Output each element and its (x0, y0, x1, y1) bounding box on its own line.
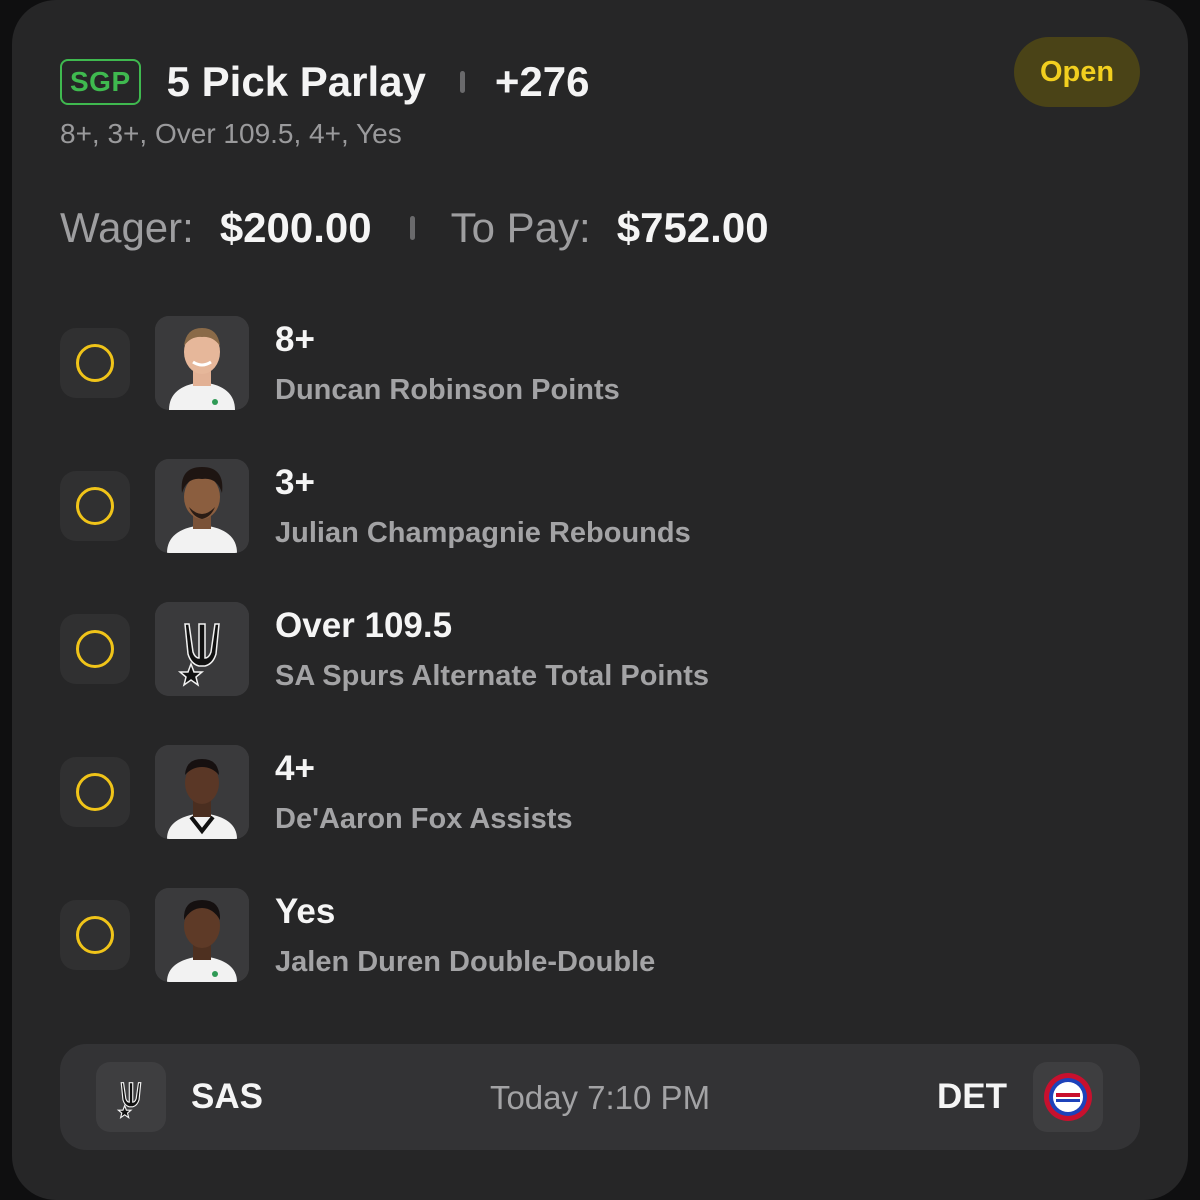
pick-description: Jalen Duren Double-Double (275, 946, 656, 978)
pick-description: SA Spurs Alternate Total Points (275, 660, 709, 692)
pistons-logo-icon (1033, 1062, 1103, 1132)
pick-line: 3+ (275, 463, 315, 502)
open-circle-icon (76, 487, 114, 525)
pick-item[interactable]: 4+ De'Aaron Fox Assists (60, 745, 1140, 841)
divider (409, 216, 415, 240)
pick-item[interactable]: Yes Jalen Duren Double-Double (60, 888, 1140, 984)
wager-value: $200.00 (219, 204, 372, 251)
pick-line: 8+ (275, 320, 315, 359)
divider (459, 71, 465, 93)
home-team: DET (937, 1077, 1007, 1116)
pick-status-indicator (60, 471, 130, 541)
spurs-logo-icon (155, 602, 249, 696)
sgp-badge: SGP (60, 59, 141, 105)
pick-description: De'Aaron Fox Assists (275, 803, 573, 835)
pick-item[interactable]: 8+ Duncan Robinson Points (60, 316, 1140, 412)
wager-row: Wager: $200.00 To Pay: $752.00 (60, 204, 769, 252)
bet-title: 5 Pick Parlay (166, 58, 426, 105)
pick-status-indicator (60, 757, 130, 827)
bet-card[interactable]: SGP 5 Pick Parlay +276 8+, 3+, Over 109.… (12, 0, 1188, 1200)
open-circle-icon (76, 344, 114, 382)
pick-item[interactable]: 3+ Julian Champagnie Rebounds (60, 459, 1140, 555)
open-circle-icon (76, 630, 114, 668)
pick-description: Duncan Robinson Points (275, 374, 620, 406)
to-pay-label: To Pay: (450, 204, 591, 251)
pick-line: Yes (275, 892, 336, 931)
pick-status-indicator (60, 900, 130, 970)
pick-line: Over 109.5 (275, 606, 453, 645)
player-headshot-icon (155, 888, 249, 982)
pick-status-indicator (60, 614, 130, 684)
open-circle-icon (76, 773, 114, 811)
pick-description: Julian Champagnie Rebounds (275, 517, 691, 549)
pick-item[interactable]: Over 109.5 SA Spurs Alternate Total Poin… (60, 602, 1140, 698)
bet-odds: +276 (494, 58, 590, 105)
player-headshot-icon (155, 316, 249, 410)
bet-subtitle: 8+, 3+, Over 109.5, 4+, Yes (60, 118, 402, 149)
bet-header: SGP 5 Pick Parlay +276 (60, 58, 589, 106)
player-headshot-icon (155, 745, 249, 839)
game-footer[interactable]: SAS Today 7:10 PM DET (60, 1044, 1140, 1150)
wager-label: Wager: (60, 204, 194, 251)
open-circle-icon (76, 916, 114, 954)
status-badge: Open (1014, 37, 1140, 107)
to-pay-value: $752.00 (616, 204, 769, 251)
pick-status-indicator (60, 328, 130, 398)
pick-line: 4+ (275, 749, 315, 788)
player-headshot-icon (155, 459, 249, 553)
